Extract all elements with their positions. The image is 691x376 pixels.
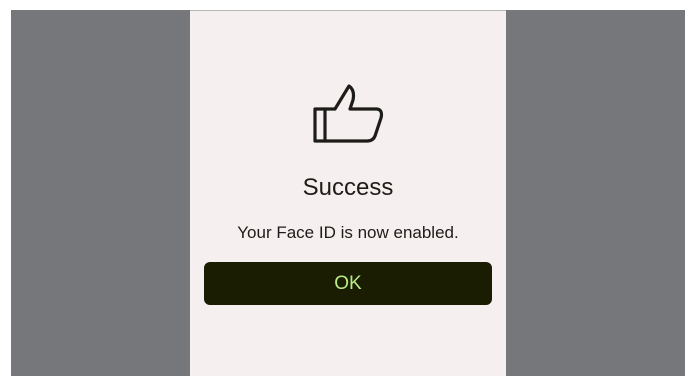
dialog-message: Your Face ID is now enabled. bbox=[237, 223, 459, 242]
thumbs-up-icon bbox=[313, 84, 384, 143]
dialog-title: Success bbox=[302, 174, 394, 201]
success-dialog: Success Your Face ID is now enabled. OK bbox=[190, 10, 506, 376]
ok-button[interactable]: OK bbox=[204, 262, 492, 305]
screen: Success Your Face ID is now enabled. OK bbox=[0, 0, 691, 376]
